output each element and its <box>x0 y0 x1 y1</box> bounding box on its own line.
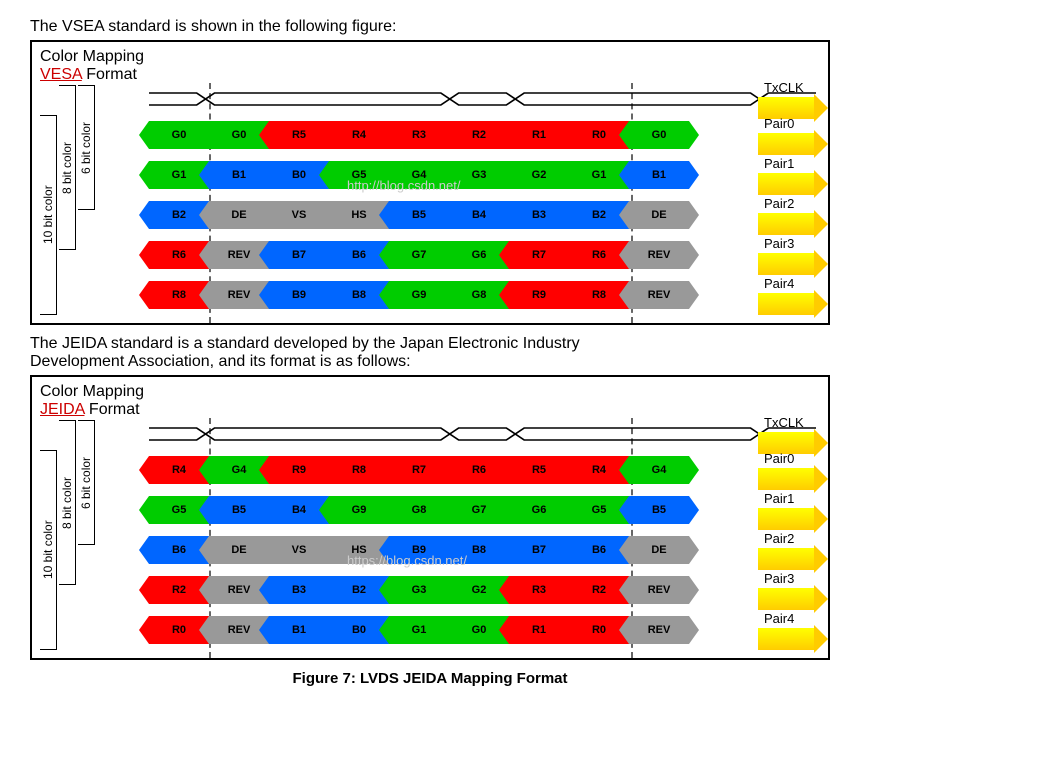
txclk-label: TxCLK <box>764 80 812 95</box>
bit-depth-labels: 10 bit color 8 bit color 6 bit color <box>40 83 97 315</box>
slot: REV <box>629 241 689 269</box>
pair2-label: Pair2 <box>764 531 812 546</box>
pair2-lane: B2 DE VS HS B5 B4 B3 B2 DE Pair2 <box>97 195 820 235</box>
pair1-label: Pair1 <box>764 491 812 506</box>
pair-arrow <box>758 133 816 155</box>
pair-arrow <box>758 548 816 570</box>
clock-waveform <box>149 89 816 109</box>
clock-lane: TxCLK <box>97 418 820 450</box>
pair4-label: Pair4 <box>764 276 812 291</box>
label-10bit: 10 bit color <box>40 115 57 315</box>
pair-arrow <box>758 293 816 315</box>
slot: REV <box>629 576 689 604</box>
pair3-lane: R2 REV B3 B2 G3 G2 R3 R2 REV Pair3 <box>97 570 820 610</box>
vsea-intro: The VSEA standard is shown in the follow… <box>30 18 1015 36</box>
jeida-intro-1: The JEIDA standard is a standard develop… <box>30 335 1015 353</box>
pair0-lane: R4 G4 R9 R8 R7 R6 R5 R4 G4 Pair0 <box>97 450 820 490</box>
label-10bit: 10 bit color <box>40 450 57 650</box>
pair0-label: Pair0 <box>764 451 812 466</box>
pair-arrow <box>758 253 816 275</box>
label-8bit: 8 bit color <box>59 420 76 585</box>
pair3-label: Pair3 <box>764 236 812 251</box>
vesa-diagram: Color Mapping VESA Format 10 bit color 8… <box>30 40 830 325</box>
pair3-lane: R6 REV B7 B6 G7 G6 R7 R6 REV Pair3 <box>97 235 820 275</box>
slot: B5 <box>629 496 689 524</box>
vesa-title: Color Mapping VESA Format <box>40 48 820 83</box>
pair4-label: Pair4 <box>764 611 812 626</box>
pair2-label: Pair2 <box>764 196 812 211</box>
pair-arrow <box>758 508 816 530</box>
slot: REV <box>629 616 689 644</box>
jeida-intro-2: Development Association, and its format … <box>30 353 1015 371</box>
pair4-lane: R8 REV B9 B8 G9 G8 R9 R8 REV Pair4 <box>97 275 820 315</box>
pair3-label: Pair3 <box>764 571 812 586</box>
jeida-diagram: Color Mapping JEIDA Format 10 bit color … <box>30 375 830 660</box>
clock-lane: TxCLK <box>97 83 820 115</box>
slot: REV <box>629 281 689 309</box>
txclk-label: TxCLK <box>764 415 812 430</box>
pair-arrow <box>758 468 816 490</box>
label-8bit: 8 bit color <box>59 85 76 250</box>
pair-arrow <box>758 588 816 610</box>
label-6bit: 6 bit color <box>78 85 95 210</box>
slot: G4 <box>629 456 689 484</box>
slot: DE <box>629 536 689 564</box>
label-6bit: 6 bit color <box>78 420 95 545</box>
slot: G0 <box>629 121 689 149</box>
pair4-lane: R0 REV B1 B0 G1 G0 R1 R0 REV Pair4 <box>97 610 820 650</box>
clock-waveform <box>149 424 816 444</box>
pair1-lane: G5 B5 B4 G9 G8 G7 G6 G5 B5 Pair1 <box>97 490 820 530</box>
jeida-title: Color Mapping JEIDA Format <box>40 383 820 418</box>
pair1-label: Pair1 <box>764 156 812 171</box>
pair2-lane: B6 DE VS HS B9 B8 B7 B6 DE Pair2 <box>97 530 820 570</box>
pair-arrow <box>758 628 816 650</box>
pair-arrow <box>758 213 816 235</box>
slot: B1 <box>629 161 689 189</box>
slot: DE <box>629 201 689 229</box>
bit-depth-labels: 10 bit color 8 bit color 6 bit color <box>40 418 97 650</box>
figure-7-caption: Figure 7: LVDS JEIDA Mapping Format <box>30 670 830 687</box>
pair0-label: Pair0 <box>764 116 812 131</box>
pair1-lane: G1 B1 B0 G5 G4 G3 G2 G1 B1 Pair1 <box>97 155 820 195</box>
pair-arrow <box>758 173 816 195</box>
pair0-lane: G0 G0 R5 R4 R3 R2 R1 R0 G0 Pair0 <box>97 115 820 155</box>
